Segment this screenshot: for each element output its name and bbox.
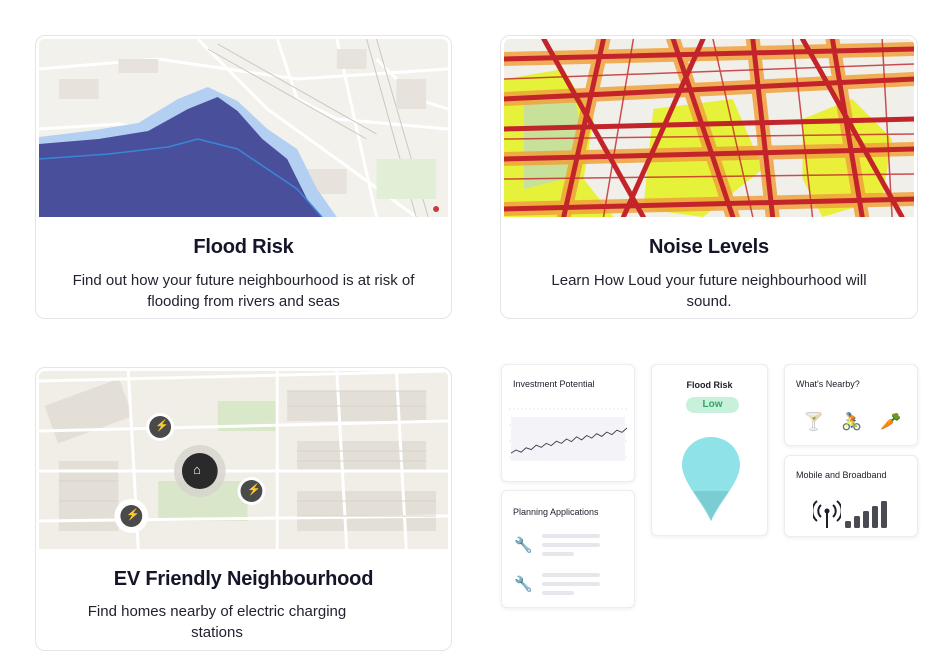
investment-sparkline [509,408,629,461]
investment-potential-widget: Investment Potential [501,364,635,482]
cyclist-icon: 🚴 [841,412,863,431]
ev-charger-icon[interactable]: ⚡ [247,480,261,500]
mobile-broadband-widget: Mobile and Broadband [784,455,918,537]
noise-levels-title: Noise Levels [649,236,769,258]
ev-map-image: ⌂ ⚡ ⚡ ⚡ [39,371,448,549]
investment-potential-title: Investment Potential [513,379,595,389]
mobile-broadband-title: Mobile and Broadband [796,470,887,480]
wrench-icon: 🔧 [514,537,533,554]
flood-risk-widget: Flood Risk Low [651,364,768,536]
whats-nearby-widget: What's Nearby? 🍸 🚴 🥕 [784,364,918,446]
planning-applications-title: Planning Applications [513,507,599,517]
noise-levels-description: Learn How Loud your future neighbourhood… [551,272,867,310]
flood-map-image [39,39,448,217]
ev-friendly-card[interactable]: ⌂ ⚡ ⚡ ⚡ EV Friendly Neighbourhood Find h… [35,367,452,651]
antenna-icon [813,500,841,528]
ev-friendly-title: EV Friendly Neighbourhood [113,568,374,590]
carrot-icon: 🥕 [880,412,902,431]
location-pin-icon [682,437,740,521]
whats-nearby-title: What's Nearby? [796,379,860,389]
signal-bars-icon [845,501,887,528]
noise-map-image [504,39,914,217]
noise-levels-card[interactable]: Noise Levels Learn How Loud your future … [500,35,918,319]
ev-charger-icon[interactable]: ⚡ [126,505,140,525]
cocktail-icon: 🍸 [803,412,825,431]
flood-risk-level-badge: Low [686,397,739,413]
wrench-icon: 🔧 [514,576,533,593]
flood-risk-card[interactable]: Flood Risk Find out how your future neig… [35,35,452,319]
ev-charger-icon[interactable]: ⚡ [155,416,169,436]
ev-friendly-description: Find homes nearby of electric charging s… [87,603,347,641]
flood-risk-title: Flood Risk [193,236,294,258]
flood-risk-description: Find out how your future neighbourhood i… [72,272,415,310]
flood-risk-widget-title: Flood Risk [686,380,733,390]
planning-applications-widget: Planning Applications 🔧 🔧 [501,490,635,608]
home-marker-icon[interactable]: ⌂ [193,460,201,480]
